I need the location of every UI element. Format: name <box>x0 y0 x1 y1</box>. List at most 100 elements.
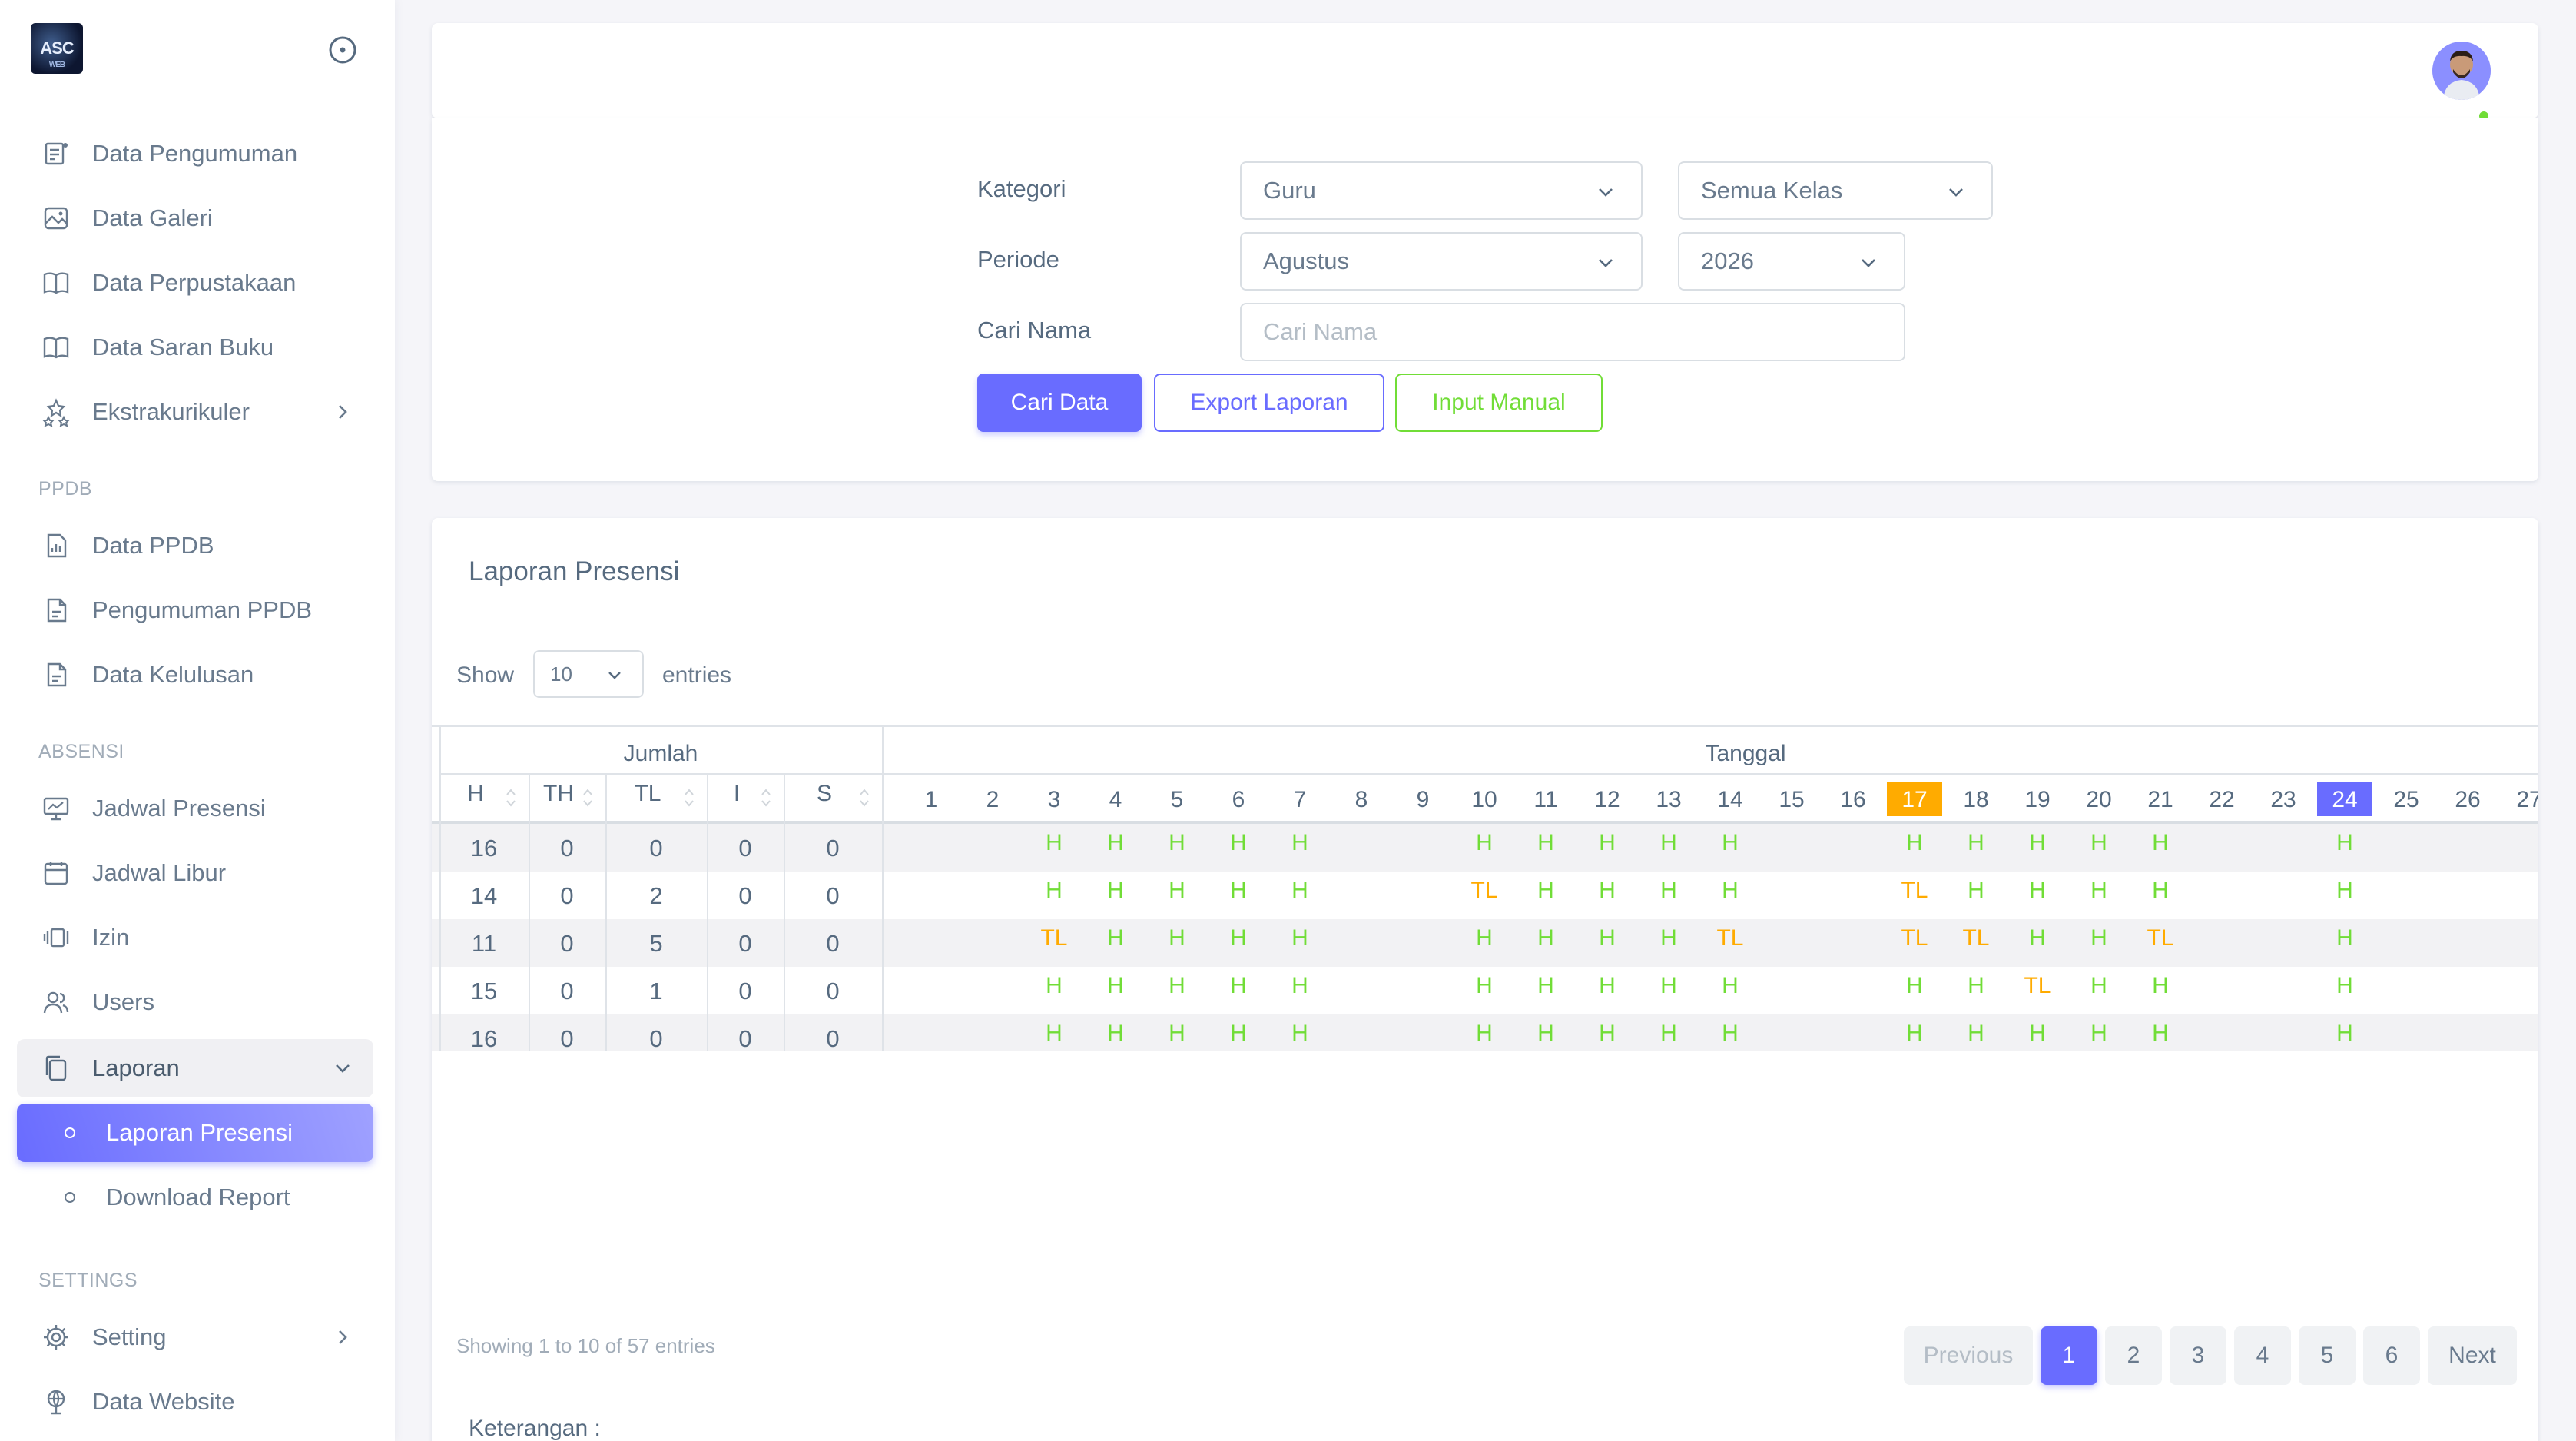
chevron-right-icon <box>339 405 347 419</box>
sidebar-toggle-icon[interactable] <box>327 35 358 65</box>
column-divider <box>882 725 884 1051</box>
chevron-down-icon <box>336 1064 350 1073</box>
pagination-previous[interactable]: Previous <box>1904 1326 2033 1385</box>
attendance-cell: H <box>1968 830 1984 855</box>
input-manual-button[interactable]: Input Manual <box>1395 374 1603 432</box>
kategori-value: Guru <box>1263 177 1316 204</box>
count-cell: 0 <box>560 978 574 1004</box>
cari-nama-label: Cari Nama <box>977 317 1092 344</box>
sidebar-item-jadwal-presensi[interactable]: Jadwal Presensi <box>17 779 373 838</box>
sidebar-item-laporan[interactable]: Laporan <box>17 1039 373 1097</box>
user-avatar[interactable] <box>2432 42 2491 100</box>
attendance-cell: H <box>1537 878 1554 903</box>
pagination-page[interactable]: 6 <box>2363 1326 2420 1385</box>
column-divider <box>707 773 708 1051</box>
column-header-s[interactable]: S <box>784 781 865 807</box>
sidebar-item-label: Jadwal Libur <box>92 859 227 886</box>
sidebar-item-label: Data Perpustakaan <box>92 269 297 296</box>
sidebar-item-pengumuman-ppdb[interactable]: Pengumuman PPDB <box>17 581 373 639</box>
attendance-cell: H <box>1046 830 1063 855</box>
attendance-cell: H <box>2152 973 2169 998</box>
attendance-cell: H <box>1230 878 1247 903</box>
column-header-th[interactable]: TH <box>529 781 588 807</box>
sidebar-subitem-download-report[interactable]: Download Report <box>17 1168 373 1227</box>
pagination-page[interactable]: 4 <box>2234 1326 2291 1385</box>
kategori-select[interactable]: Guru <box>1240 161 1643 220</box>
pagination-page[interactable]: 2 <box>2105 1326 2162 1385</box>
sidebar-item-data-pengumuman[interactable]: Data Pengumuman <box>17 125 373 183</box>
column-header-i[interactable]: I <box>707 781 767 807</box>
attendance-cell: H <box>1537 925 1554 951</box>
kelas-select[interactable]: Semua Kelas <box>1678 161 1993 220</box>
attendance-cell: H <box>1107 830 1124 855</box>
attendance-cell: TL <box>1901 878 1928 903</box>
count-cell: 11 <box>471 930 497 957</box>
attendance-cell: H <box>1291 878 1308 903</box>
sidebar-item-ekstrakurikuler[interactable]: Ekstrakurikuler <box>17 383 373 441</box>
sidebar-item-jadwal-libur[interactable]: Jadwal Libur <box>17 844 373 902</box>
sidebar-item-setting[interactable]: Setting <box>17 1308 373 1366</box>
attendance-cell: H <box>1722 830 1739 855</box>
attendance-cell: H <box>1169 973 1185 998</box>
file-icon <box>47 598 67 623</box>
sort-icon[interactable] <box>859 787 870 808</box>
count-cell: 0 <box>826 882 840 909</box>
copy-icon <box>45 1055 67 1081</box>
sidebar-item-label: Users <box>92 988 154 1015</box>
attendance-cell: TL <box>2147 925 2174 951</box>
attendance-cell: H <box>1722 878 1739 903</box>
cari-data-button[interactable]: Cari Data <box>977 374 1142 432</box>
attendance-cell: H <box>1476 830 1493 855</box>
sidebar-item-label: Data Pengumuman <box>92 140 298 167</box>
sidebar-item-users[interactable]: Users <box>17 973 373 1031</box>
date-header: 2 <box>986 787 1000 812</box>
sidebar-item-data-galeri[interactable]: Data Galeri <box>17 189 373 247</box>
menu-header-absensi: ABSENSI <box>38 741 124 762</box>
kategori-label: Kategori <box>977 175 1066 202</box>
sidebar-item-data-saran-buku[interactable]: Data Saran Buku <box>17 318 373 377</box>
attendance-cell: H <box>1660 1021 1677 1046</box>
gallery-icon <box>44 207 68 230</box>
sidebar-subitem-laporan-presensi[interactable]: Laporan Presensi <box>17 1104 373 1162</box>
stars-icon <box>41 398 71 427</box>
column-header-tl[interactable]: TL <box>605 781 690 807</box>
attendance-cell: H <box>2090 973 2107 998</box>
cari-nama-input[interactable] <box>1240 303 1905 361</box>
attendance-cell: H <box>1169 830 1185 855</box>
sort-icon[interactable] <box>761 787 771 808</box>
attendance-cell: H <box>1169 878 1185 903</box>
export-laporan-button[interactable]: Export Laporan <box>1154 374 1384 432</box>
sort-icon[interactable] <box>506 787 516 808</box>
sidebar-item-data-ppdb[interactable]: Data PPDB <box>17 516 373 575</box>
date-header: 10 <box>1471 787 1497 812</box>
sort-icon[interactable] <box>582 787 593 808</box>
chevron-down-icon <box>1862 259 1875 267</box>
attendance-cell: H <box>2152 830 2169 855</box>
count-cell: 2 <box>649 882 663 909</box>
pagination-page[interactable]: 3 <box>2170 1326 2226 1385</box>
attendance-cell: H <box>1599 973 1616 998</box>
pagination-next[interactable]: Next <box>2428 1326 2517 1385</box>
tahun-select[interactable]: 2026 <box>1678 232 1905 291</box>
sidebar-item-data-kelulusan[interactable]: Data Kelulusan <box>17 646 373 704</box>
pagination-page[interactable]: 1 <box>2041 1326 2097 1385</box>
sidebar-item-data-perpustakaan[interactable]: Data Perpustakaan <box>17 254 373 312</box>
sidebar-item-data-website[interactable]: Data Website <box>17 1373 373 1431</box>
pagination-page[interactable]: 5 <box>2299 1326 2356 1385</box>
attendance-cell: H <box>1476 973 1493 998</box>
tahun-value: 2026 <box>1701 247 1754 274</box>
attendance-cell: H <box>1476 1021 1493 1046</box>
sidebar-item-izin[interactable]: Izin <box>17 908 373 967</box>
column-header-h[interactable]: H <box>439 781 512 807</box>
entries-label: entries <box>662 662 732 688</box>
attendance-cell: TL <box>1901 925 1928 951</box>
count-cell: 0 <box>738 978 752 1004</box>
logo-subtext: WEB <box>48 61 65 69</box>
attendance-cell: H <box>2090 925 2107 951</box>
bulan-select[interactable]: Agustus <box>1240 232 1643 291</box>
app-logo[interactable]: ASC WEB <box>31 23 83 74</box>
sort-icon[interactable] <box>684 787 695 808</box>
attendance-cell: TL <box>1040 925 1068 951</box>
top-navbar <box>432 23 2538 123</box>
entries-per-page-select[interactable]: 10 <box>533 650 644 698</box>
